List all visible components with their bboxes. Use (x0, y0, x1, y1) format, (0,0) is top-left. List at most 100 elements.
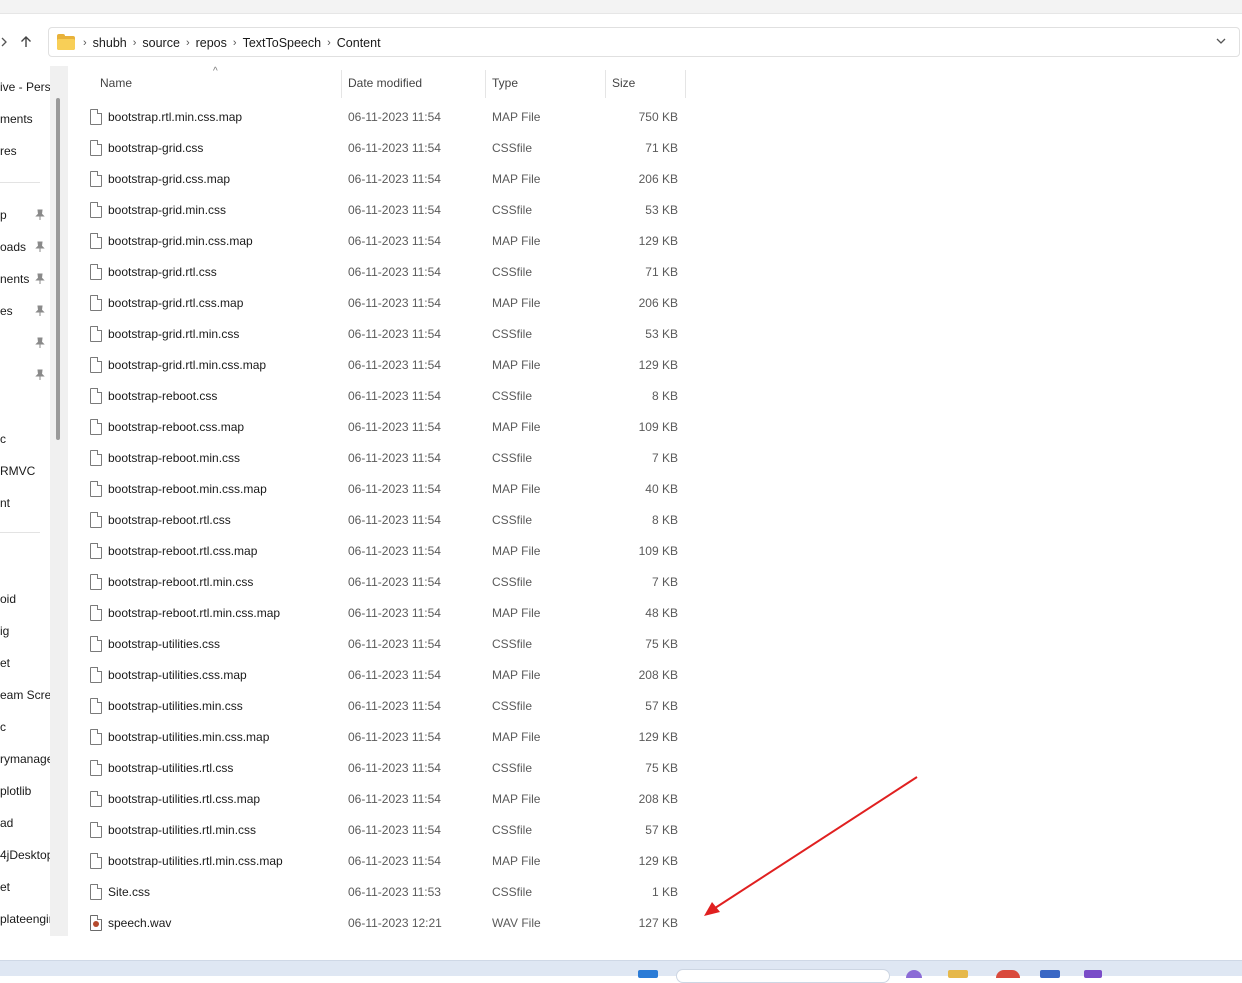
file-row[interactable]: bootstrap-utilities.rtl.min.css 06-11-202… (68, 815, 688, 845)
sidebar-item-label: ive - Perso (0, 80, 50, 94)
file-row[interactable]: bootstrap-utilities.rtl.css 06-11-2023 11… (68, 753, 688, 783)
file-explorer-icon[interactable] (948, 970, 968, 978)
sidebar-item[interactable]: p (0, 206, 50, 226)
file-row[interactable]: bootstrap-grid.rtl.css 06-11-2023 11:54 CS… (68, 257, 688, 287)
sidebar-item[interactable]: RMVC (0, 462, 50, 482)
sidebar-item[interactable]: oid (0, 590, 50, 610)
navigation-pane-scrollbar[interactable] (56, 98, 60, 440)
file-row[interactable]: bootstrap-grid.rtl.min.css.map 06-11-2023… (68, 350, 688, 380)
file-date-modified: 06-11-2023 11:54 (348, 327, 441, 341)
chevron-down-icon[interactable] (1215, 35, 1227, 50)
sidebar-item[interactable]: plotlib (0, 782, 50, 802)
sidebar-item[interactable] (0, 334, 50, 354)
file-name: bootstrap-grid.min.css.map (108, 234, 253, 248)
file-row[interactable]: bootstrap-utilities.min.css 06-11-2023 11… (68, 691, 688, 721)
sidebar-item[interactable]: c (0, 430, 50, 450)
breadcrumb-item[interactable]: source (138, 36, 184, 50)
file-row[interactable]: Site.css 06-11-2023 11:53 CSSfile 1 KB (68, 877, 688, 907)
file-row[interactable]: bootstrap-reboot.min.css.map 06-11-2023 1… (68, 474, 688, 504)
file-date-modified: 06-11-2023 11:54 (348, 606, 441, 620)
file-date-modified: 06-11-2023 11:54 (348, 854, 441, 868)
sidebar-item-label: et (0, 880, 11, 894)
column-divider[interactable] (685, 70, 686, 98)
sidebar-item[interactable]: ive - Perso (0, 78, 50, 98)
file-icon (90, 853, 102, 869)
sidebar-item-label: 4jDesktop (0, 848, 50, 862)
sidebar-item-label: plotlib (0, 784, 32, 798)
file-row[interactable]: bootstrap-reboot.css.map 06-11-2023 11:54… (68, 412, 688, 442)
file-name: bootstrap-reboot.rtl.css (108, 513, 231, 527)
file-row[interactable]: bootstrap-grid.css.map 06-11-2023 11:54 MA… (68, 164, 688, 194)
sidebar-item[interactable]: eam Scre (0, 686, 50, 706)
sidebar-item[interactable]: ad (0, 814, 50, 834)
file-type: CSSfile (492, 265, 533, 279)
column-header-name[interactable]: ^ Name (68, 66, 342, 98)
file-row[interactable]: bootstrap-reboot.rtl.min.css 06-11-2023 1… (68, 567, 688, 597)
file-row[interactable]: speech.wav 06-11-2023 12:21 WAV File 127 KB (68, 908, 688, 938)
file-row[interactable]: bootstrap-utilities.css.map 06-11-2023 11… (68, 660, 688, 690)
breadcrumb-item-current[interactable]: Content (333, 36, 385, 50)
file-row[interactable]: bootstrap-grid.min.css.map 06-11-2023 11:… (68, 226, 688, 256)
sidebar-item[interactable]: 4jDesktop (0, 846, 50, 866)
sidebar-item[interactable]: oads (0, 238, 50, 258)
breadcrumb-separator-icon: › (327, 37, 331, 49)
file-row[interactable]: bootstrap-reboot.css 06-11-2023 11:54 CSSf… (68, 381, 688, 411)
address-bar[interactable]: › shubh › source › repos › TextToSpeech … (48, 27, 1240, 57)
pin-icon (35, 241, 45, 253)
file-icon (90, 357, 102, 373)
app-icon[interactable] (906, 970, 922, 978)
file-row[interactable]: bootstrap-reboot.rtl.min.css.map 06-11-20… (68, 598, 688, 628)
taskbar-search[interactable] (676, 969, 890, 983)
file-type: CSSfile (492, 575, 533, 589)
sidebar-item[interactable]: res (0, 142, 50, 162)
file-row[interactable]: bootstrap-utilities.rtl.min.css.map 06-11… (68, 846, 688, 876)
sidebar-item[interactable]: ments (0, 110, 50, 130)
file-row[interactable]: bootstrap-grid.rtl.css.map 06-11-2023 11:… (68, 288, 688, 318)
sidebar-item[interactable]: plateengir (0, 910, 50, 930)
start-icon[interactable] (638, 970, 658, 978)
column-header-date[interactable]: Date modified (342, 70, 486, 98)
sidebar-item[interactable]: nents (0, 270, 50, 290)
file-icon (90, 109, 102, 125)
file-row[interactable]: bootstrap-utilities.css 06-11-2023 11:54 C… (68, 629, 688, 659)
file-icon (90, 791, 102, 807)
breadcrumb-item[interactable]: repos (192, 36, 231, 50)
sidebar-item[interactable]: ig (0, 622, 50, 642)
visual-studio-icon[interactable] (1084, 970, 1102, 978)
browser-icon[interactable] (996, 970, 1020, 978)
column-header-size[interactable]: Size (606, 70, 686, 98)
file-date-modified: 06-11-2023 11:54 (348, 172, 441, 186)
file-name: bootstrap-grid.rtl.min.css (108, 327, 240, 341)
sidebar-item[interactable]: c (0, 718, 50, 738)
sidebar-item[interactable]: rymanage (0, 750, 50, 770)
column-header-type[interactable]: Type (486, 70, 606, 98)
file-type: MAP File (492, 792, 541, 806)
sidebar-item[interactable]: et (0, 654, 50, 674)
column-header-label: Name (100, 76, 133, 90)
file-list: ^ Name Date modified Type Size bootstrap… (68, 66, 1242, 936)
app-icon[interactable] (1040, 970, 1060, 978)
file-row[interactable]: bootstrap-grid.min.css 06-11-2023 11:54 CS… (68, 195, 688, 225)
breadcrumb-item[interactable]: shubh (89, 36, 131, 50)
sidebar-item-label: nt (0, 496, 11, 510)
file-size: 109 KB (638, 420, 678, 434)
sidebar-item[interactable] (0, 366, 50, 386)
file-date-modified: 06-11-2023 11:54 (348, 203, 441, 217)
file-row[interactable]: bootstrap-grid.rtl.min.css 06-11-2023 11:… (68, 319, 688, 349)
sidebar-item[interactable]: et (0, 878, 50, 898)
file-row[interactable]: bootstrap-utilities.rtl.css.map 06-11-202… (68, 784, 688, 814)
file-row[interactable]: bootstrap-utilities.min.css.map 06-11-202… (68, 722, 688, 752)
sort-ascending-icon: ^ (213, 66, 218, 77)
file-row[interactable]: bootstrap-reboot.rtl.css 06-11-2023 11:54… (68, 505, 688, 535)
file-row[interactable]: bootstrap-grid.css 06-11-2023 11:54 CSSfil… (68, 133, 688, 163)
breadcrumb-item[interactable]: TextToSpeech (239, 36, 326, 50)
sidebar-item[interactable]: es (0, 302, 50, 322)
file-row[interactable]: bootstrap-reboot.rtl.css.map 06-11-2023 1… (68, 536, 688, 566)
file-row[interactable]: bootstrap.rtl.min.css.map 06-11-2023 11:5… (68, 102, 688, 132)
column-header-label: Size (612, 76, 636, 90)
file-size: 57 KB (645, 823, 678, 837)
file-row[interactable]: bootstrap-reboot.min.css 06-11-2023 11:54… (68, 443, 688, 473)
sidebar-item[interactable]: nt (0, 494, 50, 514)
up-arrow-icon[interactable] (14, 30, 38, 54)
sidebar-item-label: plateengir (0, 912, 50, 926)
